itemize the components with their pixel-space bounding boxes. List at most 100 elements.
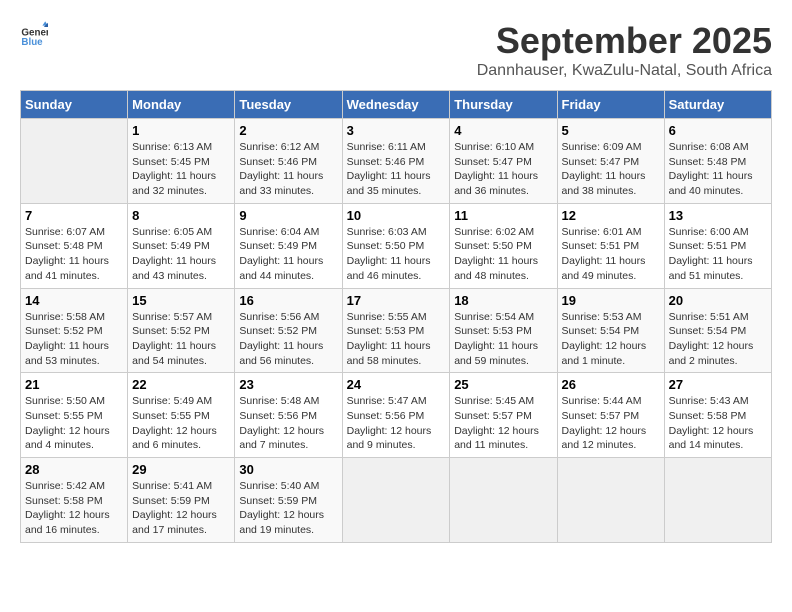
calendar-cell: 3 Sunrise: 6:11 AM Sunset: 5:46 PM Daylig… xyxy=(342,119,450,204)
day-info: Sunrise: 5:58 AM Sunset: 5:52 PM Dayligh… xyxy=(25,310,123,369)
day-number: 29 xyxy=(132,462,230,477)
day-info: Sunrise: 5:41 AM Sunset: 5:59 PM Dayligh… xyxy=(132,479,230,538)
day-info: Sunrise: 6:00 AM Sunset: 5:51 PM Dayligh… xyxy=(669,225,767,284)
day-header-sunday: Sunday xyxy=(21,91,128,119)
month-title: September 2025 xyxy=(477,20,772,62)
day-number: 22 xyxy=(132,377,230,392)
day-info: Sunrise: 5:45 AM Sunset: 5:57 PM Dayligh… xyxy=(454,394,552,453)
day-number: 10 xyxy=(347,208,446,223)
day-info: Sunrise: 5:47 AM Sunset: 5:56 PM Dayligh… xyxy=(347,394,446,453)
day-number: 26 xyxy=(562,377,660,392)
day-info: Sunrise: 6:02 AM Sunset: 5:50 PM Dayligh… xyxy=(454,225,552,284)
day-header-friday: Friday xyxy=(557,91,664,119)
day-number: 24 xyxy=(347,377,446,392)
calendar-cell xyxy=(450,458,557,543)
calendar-cell: 21 Sunrise: 5:50 AM Sunset: 5:55 PM Dayli… xyxy=(21,373,128,458)
calendar-cell: 1Sunrise: 6:13 AM Sunset: 5:45 PM Daylig… xyxy=(128,119,235,204)
day-info: Sunrise: 5:56 AM Sunset: 5:52 PM Dayligh… xyxy=(239,310,337,369)
calendar-cell: 24 Sunrise: 5:47 AM Sunset: 5:56 PM Dayli… xyxy=(342,373,450,458)
day-number: 19 xyxy=(562,293,660,308)
calendar-cell: 16Sunrise: 5:56 AM Sunset: 5:52 PM Dayli… xyxy=(235,288,342,373)
calendar-cell: 22 Sunrise: 5:49 AM Sunset: 5:55 PM Dayli… xyxy=(128,373,235,458)
day-info: Sunrise: 6:01 AM Sunset: 5:51 PM Dayligh… xyxy=(562,225,660,284)
calendar-cell: 8Sunrise: 6:05 AM Sunset: 5:49 PM Daylig… xyxy=(128,203,235,288)
day-info: Sunrise: 6:09 AM Sunset: 5:47 PM Dayligh… xyxy=(562,140,660,199)
calendar-cell xyxy=(342,458,450,543)
calendar-cell: 29 Sunrise: 5:41 AM Sunset: 5:59 PM Dayli… xyxy=(128,458,235,543)
svg-text:Blue: Blue xyxy=(21,37,43,48)
day-header-saturday: Saturday xyxy=(664,91,771,119)
day-info: Sunrise: 6:05 AM Sunset: 5:49 PM Dayligh… xyxy=(132,225,230,284)
calendar-cell: 13 Sunrise: 6:00 AM Sunset: 5:51 PM Dayli… xyxy=(664,203,771,288)
day-number: 4 xyxy=(454,123,552,138)
day-number: 5 xyxy=(562,123,660,138)
calendar-cell xyxy=(21,119,128,204)
day-info: Sunrise: 6:08 AM Sunset: 5:48 PM Dayligh… xyxy=(669,140,767,199)
day-number: 1 xyxy=(132,123,230,138)
week-row-4: 21 Sunrise: 5:50 AM Sunset: 5:55 PM Dayli… xyxy=(21,373,772,458)
calendar-cell: 17Sunrise: 5:55 AM Sunset: 5:53 PM Dayli… xyxy=(342,288,450,373)
day-number: 12 xyxy=(562,208,660,223)
day-number: 21 xyxy=(25,377,123,392)
calendar-cell: 27Sunrise: 5:43 AM Sunset: 5:58 PM Dayli… xyxy=(664,373,771,458)
day-info: Sunrise: 5:44 AM Sunset: 5:57 PM Dayligh… xyxy=(562,394,660,453)
title-block: September 2025 Dannhauser, KwaZulu-Natal… xyxy=(477,20,772,80)
day-info: Sunrise: 6:12 AM Sunset: 5:46 PM Dayligh… xyxy=(239,140,337,199)
day-number: 7 xyxy=(25,208,123,223)
calendar-cell: 15 Sunrise: 5:57 AM Sunset: 5:52 PM Dayli… xyxy=(128,288,235,373)
calendar-cell: 23Sunrise: 5:48 AM Sunset: 5:56 PM Dayli… xyxy=(235,373,342,458)
day-header-thursday: Thursday xyxy=(450,91,557,119)
day-info: Sunrise: 5:50 AM Sunset: 5:55 PM Dayligh… xyxy=(25,394,123,453)
day-info: Sunrise: 5:53 AM Sunset: 5:54 PM Dayligh… xyxy=(562,310,660,369)
day-info: Sunrise: 5:51 AM Sunset: 5:54 PM Dayligh… xyxy=(669,310,767,369)
week-row-1: 1Sunrise: 6:13 AM Sunset: 5:45 PM Daylig… xyxy=(21,119,772,204)
day-number: 25 xyxy=(454,377,552,392)
day-number: 20 xyxy=(669,293,767,308)
day-info: Sunrise: 5:55 AM Sunset: 5:53 PM Dayligh… xyxy=(347,310,446,369)
day-number: 28 xyxy=(25,462,123,477)
calendar-cell: 12 Sunrise: 6:01 AM Sunset: 5:51 PM Dayli… xyxy=(557,203,664,288)
week-row-3: 14 Sunrise: 5:58 AM Sunset: 5:52 PM Dayli… xyxy=(21,288,772,373)
calendar-cell: 14 Sunrise: 5:58 AM Sunset: 5:52 PM Dayli… xyxy=(21,288,128,373)
day-number: 23 xyxy=(239,377,337,392)
calendar-cell: 9Sunrise: 6:04 AM Sunset: 5:49 PM Daylig… xyxy=(235,203,342,288)
day-info: Sunrise: 5:43 AM Sunset: 5:58 PM Dayligh… xyxy=(669,394,767,453)
calendar-cell xyxy=(664,458,771,543)
calendar-cell: 19 Sunrise: 5:53 AM Sunset: 5:54 PM Dayli… xyxy=(557,288,664,373)
day-info: Sunrise: 5:54 AM Sunset: 5:53 PM Dayligh… xyxy=(454,310,552,369)
calendar-cell: 28Sunrise: 5:42 AM Sunset: 5:58 PM Dayli… xyxy=(21,458,128,543)
day-number: 3 xyxy=(347,123,446,138)
day-info: Sunrise: 6:07 AM Sunset: 5:48 PM Dayligh… xyxy=(25,225,123,284)
day-number: 2 xyxy=(239,123,337,138)
days-header-row: SundayMondayTuesdayWednesdayThursdayFrid… xyxy=(21,91,772,119)
day-number: 14 xyxy=(25,293,123,308)
day-number: 13 xyxy=(669,208,767,223)
calendar-cell: 4 Sunrise: 6:10 AM Sunset: 5:47 PM Daylig… xyxy=(450,119,557,204)
day-info: Sunrise: 5:57 AM Sunset: 5:52 PM Dayligh… xyxy=(132,310,230,369)
logo-icon: General Blue xyxy=(20,20,48,48)
calendar-cell: 7 Sunrise: 6:07 AM Sunset: 5:48 PM Daylig… xyxy=(21,203,128,288)
day-number: 15 xyxy=(132,293,230,308)
day-header-monday: Monday xyxy=(128,91,235,119)
calendar-table: SundayMondayTuesdayWednesdayThursdayFrid… xyxy=(20,90,772,543)
calendar-cell: 10 Sunrise: 6:03 AM Sunset: 5:50 PM Dayli… xyxy=(342,203,450,288)
calendar-cell: 6 Sunrise: 6:08 AM Sunset: 5:48 PM Daylig… xyxy=(664,119,771,204)
calendar-cell: 30Sunrise: 5:40 AM Sunset: 5:59 PM Dayli… xyxy=(235,458,342,543)
day-number: 11 xyxy=(454,208,552,223)
calendar-cell: 2 Sunrise: 6:12 AM Sunset: 5:46 PM Daylig… xyxy=(235,119,342,204)
day-info: Sunrise: 6:03 AM Sunset: 5:50 PM Dayligh… xyxy=(347,225,446,284)
calendar-cell: 20 Sunrise: 5:51 AM Sunset: 5:54 PM Dayli… xyxy=(664,288,771,373)
day-number: 30 xyxy=(239,462,337,477)
day-number: 6 xyxy=(669,123,767,138)
day-info: Sunrise: 6:10 AM Sunset: 5:47 PM Dayligh… xyxy=(454,140,552,199)
day-number: 9 xyxy=(239,208,337,223)
day-header-wednesday: Wednesday xyxy=(342,91,450,119)
day-info: Sunrise: 5:49 AM Sunset: 5:55 PM Dayligh… xyxy=(132,394,230,453)
week-row-2: 7 Sunrise: 6:07 AM Sunset: 5:48 PM Daylig… xyxy=(21,203,772,288)
logo: General Blue xyxy=(20,20,48,48)
calendar-cell: 5 Sunrise: 6:09 AM Sunset: 5:47 PM Daylig… xyxy=(557,119,664,204)
day-number: 18 xyxy=(454,293,552,308)
week-row-5: 28Sunrise: 5:42 AM Sunset: 5:58 PM Dayli… xyxy=(21,458,772,543)
day-info: Sunrise: 6:11 AM Sunset: 5:46 PM Dayligh… xyxy=(347,140,446,199)
calendar-cell: 25 Sunrise: 5:45 AM Sunset: 5:57 PM Dayli… xyxy=(450,373,557,458)
